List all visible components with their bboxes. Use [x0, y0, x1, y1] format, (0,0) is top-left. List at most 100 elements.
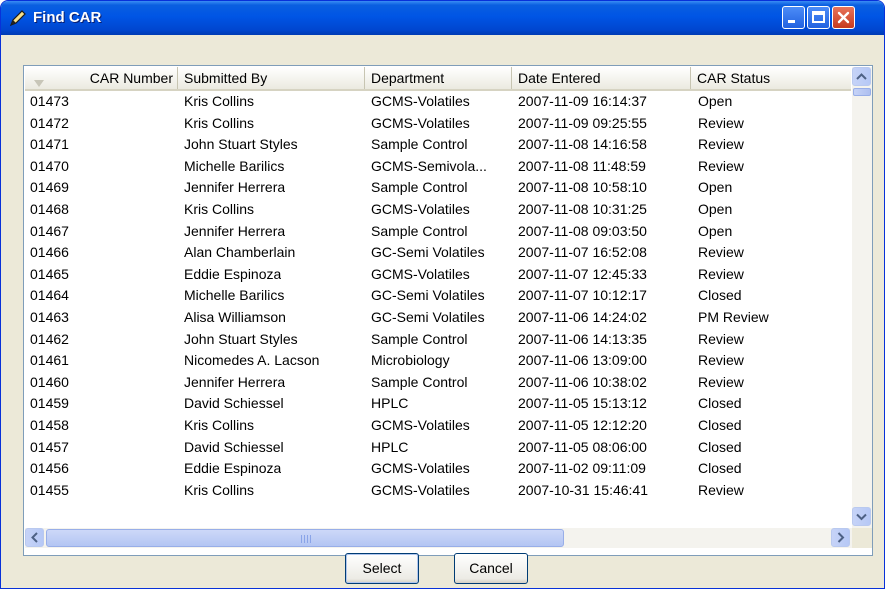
cell-department: GCMS-Volatiles — [371, 93, 470, 109]
table-row[interactable]: 01472 Kris Collins GCMS-Volatiles 2007-11-0… — [25, 114, 851, 136]
cell-date-entered: 2007-11-07 16:52:08 — [518, 244, 647, 261]
cell-car-status: Open — [698, 222, 733, 239]
cell-car-number: 01466 — [30, 244, 69, 261]
cell-car-number: 01468 — [30, 201, 69, 217]
cell-car-status: Closed — [698, 395, 742, 412]
scroll-right-button[interactable] — [831, 528, 850, 547]
cell-date-entered: 2007-11-05 08:06:00 — [518, 438, 647, 455]
select-button[interactable]: Select — [345, 553, 419, 584]
cell-submitted-by: John Stuart Styles — [184, 136, 298, 153]
table-row[interactable]: 01457 David Schiessel HPLC 2007-11-05 08:06… — [25, 438, 851, 460]
table-row[interactable]: 01461 Nicomedes A. Lacson Microbiology 2007… — [25, 351, 851, 373]
cell-date-entered: 2007-11-08 14:16:58 — [518, 136, 647, 153]
cancel-button[interactable]: Cancel — [454, 553, 528, 584]
maximize-button[interactable] — [807, 6, 830, 29]
table-row[interactable]: 01458 Kris Collins GCMS-Volatiles 2007-11-0… — [25, 416, 851, 438]
cell-car-number: 01464 — [30, 287, 69, 304]
cell-department: Sample Control — [371, 222, 468, 239]
cell-submitted-by: Kris Collins — [184, 481, 255, 498]
table-row[interactable]: 01469 Jennifer Herrera Sample Control 2007-… — [25, 178, 851, 200]
list-header: CAR Number Submitted By Department Date … — [25, 67, 851, 91]
cell-department: Microbiology — [371, 352, 450, 369]
cell-car-number: 01469 — [30, 179, 69, 196]
close-button[interactable] — [832, 6, 855, 29]
cell-car-status: Open — [698, 201, 733, 217]
cell-date-entered: 2007-11-02 09:11:09 — [518, 460, 646, 477]
cell-submitted-by: John Stuart Styles — [184, 330, 298, 347]
table-row[interactable]: 01468 Kris Collins GCMS-Volatiles 2007-11-0… — [25, 200, 851, 222]
cell-car-status: Review — [698, 114, 744, 131]
table-row[interactable]: 01464 Michelle Barilics GC-Semi Volatiles 2… — [25, 286, 851, 308]
cell-car-number: 01462 — [30, 330, 69, 347]
cell-department: GC-Semi Volatiles — [371, 309, 485, 325]
cell-submitted-by: Kris Collins — [184, 93, 255, 109]
cell-date-entered: 2007-11-09 09:25:55 — [518, 114, 647, 131]
cell-car-status: Review — [698, 352, 744, 369]
table-row[interactable]: 01460 Jennifer Herrera Sample Control 2007-… — [25, 373, 851, 395]
scroll-down-button[interactable] — [852, 507, 871, 526]
cell-submitted-by: Kris Collins — [184, 417, 255, 433]
cell-submitted-by: David Schiessel — [184, 438, 284, 455]
vertical-scroll-thumb[interactable] — [853, 88, 871, 96]
table-row[interactable]: 01471 John Stuart Styles Sample Control 200… — [25, 135, 851, 157]
scroll-left-button[interactable] — [25, 528, 44, 547]
table-row[interactable]: 01465 Eddie Espinoza GCMS-Volatiles 2007-11… — [25, 265, 851, 287]
column-header-submitted-by[interactable]: Submitted By — [178, 67, 365, 89]
table-row[interactable]: 01467 Jennifer Herrera Sample Control 2007-… — [25, 222, 851, 244]
cell-car-status: Review — [698, 157, 744, 174]
cell-date-entered: 2007-11-08 10:31:25 — [518, 201, 647, 217]
dialog-client-area: CAR Number Submitted By Department Date … — [5, 35, 880, 584]
column-header-car-status[interactable]: CAR Status — [691, 67, 851, 89]
table-row[interactable]: 01473 Kris Collins GCMS-Volatiles 2007-11-0… — [25, 92, 851, 114]
horizontal-scrollbar[interactable] — [25, 528, 872, 548]
cell-car-status: Review — [698, 373, 744, 390]
cell-date-entered: 2007-11-08 10:58:10 — [518, 179, 647, 196]
vertical-scrollbar[interactable] — [852, 67, 872, 528]
cell-department: GC-Semi Volatiles — [371, 287, 485, 304]
cell-submitted-by: Jennifer Herrera — [184, 179, 286, 196]
table-row[interactable]: 01462 John Stuart Styles Sample Control 200… — [25, 330, 851, 352]
cell-car-number: 01473 — [30, 93, 69, 109]
cell-department: HPLC — [371, 438, 409, 455]
car-list[interactable]: CAR Number Submitted By Department Date … — [23, 65, 873, 556]
cell-car-status: Review — [698, 136, 744, 153]
cell-car-number: 01471 — [30, 136, 69, 153]
cell-car-status: Review — [698, 265, 744, 282]
cell-department: GCMS-Volatiles — [371, 460, 470, 477]
column-header-label: CAR Number — [89, 70, 173, 86]
scroll-up-button[interactable] — [852, 67, 871, 86]
cell-car-number: 01456 — [30, 460, 69, 477]
cell-department: GCMS-Semivola... — [371, 157, 487, 174]
pencil-icon — [9, 9, 27, 27]
cell-department: Sample Control — [371, 330, 468, 347]
column-header-department[interactable]: Department — [365, 67, 512, 89]
column-header-label: CAR Status — [697, 70, 771, 86]
table-row[interactable]: 01470 Michelle Barilics GCMS-Semivola... 20… — [25, 157, 851, 179]
cell-car-number: 01465 — [30, 265, 69, 282]
cell-submitted-by: Jennifer Herrera — [184, 222, 286, 239]
cell-department: GCMS-Volatiles — [371, 114, 470, 131]
column-header-car-number[interactable]: CAR Number — [25, 67, 178, 89]
chevron-down-icon — [853, 512, 870, 529]
cell-submitted-by: Michelle Barilics — [184, 287, 285, 304]
cell-date-entered: 2007-11-05 15:13:12 — [518, 395, 647, 412]
minimize-button[interactable] — [782, 6, 805, 29]
cell-date-entered: 2007-11-06 14:13:35 — [518, 330, 647, 347]
table-row[interactable]: 01459 David Schiessel HPLC 2007-11-05 15:13… — [25, 394, 851, 416]
table-row[interactable]: 01456 Eddie Espinoza GCMS-Volatiles 2007-11… — [25, 459, 851, 481]
table-row[interactable]: 01466 Alan Chamberlain GC-Semi Volatiles 20… — [25, 243, 851, 265]
table-row[interactable]: 01455 Kris Collins GCMS-Volatiles 2007-10-3… — [25, 481, 851, 503]
cell-submitted-by: Nicomedes A. Lacson — [184, 352, 320, 369]
title-bar[interactable]: Find CAR — [1, 1, 884, 35]
cell-department: GCMS-Volatiles — [371, 417, 470, 433]
column-header-label: Department — [371, 70, 445, 86]
cell-submitted-by: Alan Chamberlain — [184, 244, 296, 261]
column-header-date-entered[interactable]: Date Entered — [512, 67, 691, 89]
cell-department: Sample Control — [371, 179, 468, 196]
cell-car-number: 01461 — [30, 352, 69, 369]
cell-car-number: 01458 — [30, 417, 69, 433]
horizontal-scroll-thumb[interactable] — [46, 529, 564, 547]
cell-car-number: 01460 — [30, 373, 69, 390]
table-row[interactable]: 01463 Alisa Williamson GC-Semi Volatiles 20… — [25, 308, 851, 330]
scrollbar-corner — [852, 528, 872, 548]
